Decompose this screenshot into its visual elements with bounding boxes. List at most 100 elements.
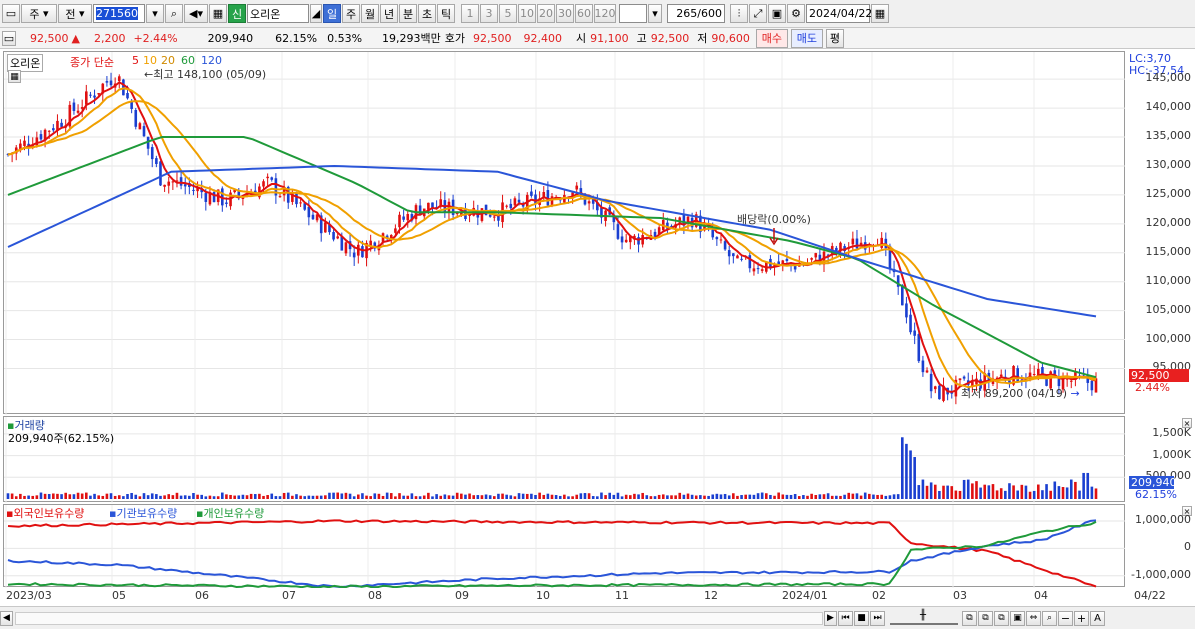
data-count-field[interactable]: 265/600 (667, 4, 725, 23)
price-y-tick-label: 125,000 (1145, 186, 1192, 200)
zoom-out-icon[interactable]: − (1058, 610, 1073, 626)
draw-tool-icon[interactable]: ⤢ (749, 4, 767, 23)
volume-bar (715, 493, 719, 499)
interval-20[interactable]: 20 (537, 4, 555, 23)
candle-body (719, 239, 723, 241)
custom-interval-dropdown-icon[interactable]: ▾ (648, 4, 662, 23)
grid-toggle-icon[interactable]: ▦ (8, 70, 21, 83)
volume-bar (789, 494, 793, 499)
interval-30[interactable]: 30 (556, 4, 574, 23)
period-year[interactable]: 년 (380, 4, 398, 23)
volume-bar (369, 496, 372, 499)
period-minute[interactable]: 분 (399, 4, 417, 23)
eval-button[interactable]: 평 (825, 28, 844, 48)
interval-60[interactable]: 60 (575, 4, 593, 23)
calendar-icon[interactable]: ▦ (871, 4, 889, 23)
search-icon[interactable]: ⌕ (165, 4, 183, 23)
stock-name-field[interactable]: 오리온 (247, 4, 309, 23)
chart-type-icon[interactable]: ▦ (209, 4, 227, 23)
stock-code-input[interactable]: 271560 (93, 4, 145, 23)
last-page-icon[interactable]: ⏭ (870, 610, 885, 626)
price-chart-pane[interactable]: 오리온 종가 단순 5 10 20 60 120 ▦ ←최고 148,100 (… (3, 51, 1126, 415)
zoom-in-icon[interactable]: + (1074, 610, 1089, 626)
top-toolbar: ▭ 주 ▾ 전 ▾ 271560 ▾ ⌕ ◀▾ ▦ 신 오리온 ◢ 일 주 월 … (0, 0, 1195, 28)
period-second[interactable]: 초 (418, 4, 436, 23)
sell-button[interactable]: 매도 (790, 28, 823, 48)
volume-bar (756, 493, 760, 499)
interval-5[interactable]: 5 (499, 4, 517, 23)
x-tick-label: 12 (704, 589, 718, 602)
volume-bar (550, 494, 554, 499)
volume-bar (488, 495, 492, 499)
collapse-icon[interactable]: ▭ (2, 30, 16, 46)
stop-icon[interactable]: ■ (854, 610, 869, 626)
volume-bar (357, 494, 360, 499)
capture-icon[interactable]: ▣ (1010, 610, 1025, 626)
period-dropdown[interactable]: 주 ▾ (21, 4, 57, 23)
legend-individual: ▪개인보유수량 (196, 507, 265, 520)
bid-price: 92,400 (523, 31, 563, 45)
date-field[interactable]: 2024/04/22 (806, 4, 872, 23)
code-dropdown-icon[interactable]: ▾ (146, 4, 164, 23)
price-y-tick-label: 130,000 (1145, 157, 1192, 171)
font-size-icon[interactable]: A (1090, 610, 1105, 626)
scroll-track[interactable] (15, 611, 823, 625)
candle-body (637, 237, 640, 245)
scroll-right-icon[interactable]: ▶ (824, 610, 837, 626)
volume-bar (398, 493, 401, 499)
volume-pct-tag: 62.15% (1135, 488, 1177, 501)
fit-icon[interactable]: ⇔ (1026, 610, 1041, 626)
buy-button[interactable]: 매수 (755, 28, 788, 48)
volume-bar (278, 496, 282, 499)
volume-bar (802, 495, 805, 499)
volume-bar (884, 495, 888, 499)
split2-icon[interactable]: ⧉ (994, 610, 1009, 626)
prev-dropdown[interactable]: 전 ▾ (58, 4, 92, 23)
volume-bar (464, 494, 467, 499)
scroll-left-icon[interactable]: ◀ (0, 610, 13, 626)
volume-bar (31, 495, 35, 499)
name-dropdown-icon[interactable]: ◢ (310, 4, 322, 23)
candle-icon[interactable]: ⫶ (730, 4, 748, 23)
zoom-slider[interactable]: ╫ (890, 610, 958, 625)
volume-bar (913, 457, 916, 499)
interval-10[interactable]: 10 (518, 4, 536, 23)
save-icon[interactable]: ▣ (768, 4, 786, 23)
split-icon[interactable]: ⧉ (978, 610, 993, 626)
candle-body (748, 255, 752, 269)
zoom-search-icon[interactable]: ⌕ (1042, 610, 1057, 626)
volume-bar (319, 495, 323, 499)
custom-interval-input[interactable] (619, 4, 647, 23)
layout-icon[interactable]: ⧉ (962, 610, 977, 626)
volume-bar (307, 495, 311, 499)
period-day[interactable]: 일 (323, 4, 341, 23)
chart-window-icon[interactable]: ▭ (2, 4, 20, 23)
volume-bar (1061, 487, 1065, 499)
volume-bar (929, 482, 933, 499)
sound-icon[interactable]: ◀▾ (184, 4, 208, 23)
period-week[interactable]: 주 (342, 4, 360, 23)
candle-body (711, 229, 715, 238)
interval-3[interactable]: 3 (480, 4, 498, 23)
volume-bar (85, 492, 88, 499)
candle-body (183, 184, 187, 187)
volume-bar (1086, 472, 1090, 499)
settings-gear-icon[interactable]: ⚙ (787, 4, 805, 23)
volume-pane[interactable]: ▪거래량 209,940주(62.15%) (3, 416, 1126, 503)
period-month[interactable]: 월 (361, 4, 379, 23)
candle-body (723, 241, 727, 250)
volume-bar (534, 494, 537, 499)
volume-bar (938, 490, 941, 499)
period-tick[interactable]: 틱 (437, 4, 455, 23)
volume-bar (365, 495, 368, 499)
first-page-icon[interactable]: ⏮ (838, 610, 853, 626)
interval-120[interactable]: 120 (594, 4, 616, 23)
volume-bar (109, 493, 113, 499)
volume-bar (558, 495, 562, 499)
interval-1[interactable]: 1 (461, 4, 479, 23)
volume-bar (1012, 485, 1015, 499)
volume-bar (880, 494, 883, 499)
volume-bar (93, 493, 96, 499)
holdings-pane[interactable]: ▪외국인보유수량 ▪기관보유수량 ▪개인보유수량 (3, 504, 1126, 588)
volume-bar (35, 495, 39, 499)
